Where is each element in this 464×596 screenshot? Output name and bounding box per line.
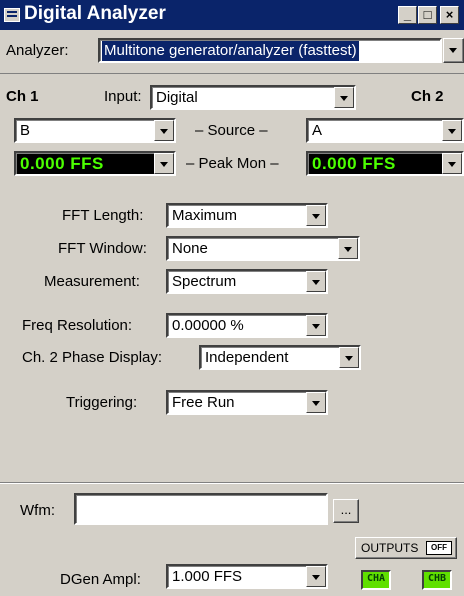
peak-mon-label: – Peak Mon –	[186, 155, 279, 172]
ch1-label: Ch 1	[6, 88, 39, 105]
fft-window-select[interactable]: None	[166, 236, 360, 261]
peak-ch2-display[interactable]: 0.000 FFS	[306, 151, 464, 176]
phase-display-select[interactable]: Independent	[199, 345, 361, 370]
window-title: Digital Analyzer	[24, 3, 166, 24]
input-label: Input:	[104, 88, 142, 105]
analyzer-value: Multitone generator/analyzer (fasttest)	[102, 41, 359, 61]
triggering-label: Triggering:	[66, 394, 138, 411]
measurement-value: Spectrum	[172, 273, 237, 290]
cha-output-button[interactable]: CHA	[361, 570, 391, 590]
chevron-down-icon	[449, 48, 457, 53]
ch2-label: Ch 2	[411, 88, 444, 105]
fft-window-label: FFT Window:	[58, 240, 147, 257]
chevron-down-icon[interactable]	[306, 271, 326, 292]
source-ch1-select[interactable]: B	[14, 118, 176, 143]
freq-resolution-value: 0.00000 %	[172, 317, 244, 334]
dgen-ampl-select[interactable]: 1.000 FFS	[166, 564, 328, 589]
fft-window-value: None	[172, 240, 208, 257]
chevron-down-icon[interactable]	[334, 87, 354, 108]
chevron-down-icon[interactable]	[154, 120, 174, 141]
fft-length-select[interactable]: Maximum	[166, 203, 328, 228]
chevron-down-icon[interactable]	[442, 153, 462, 174]
chevron-down-icon[interactable]	[154, 153, 174, 174]
outputs-label: OUTPUTS	[361, 541, 419, 555]
source-label: – Source –	[195, 122, 268, 139]
analyzer-dropdown-button[interactable]	[443, 38, 464, 63]
measurement-label: Measurement:	[44, 273, 140, 290]
maximize-button[interactable]: □	[418, 6, 437, 24]
dgen-ampl-label: DGen Ampl:	[60, 571, 141, 588]
peak-ch1-display[interactable]: 0.000 FFS	[14, 151, 176, 176]
phase-display-label: Ch. 2 Phase Display:	[22, 349, 163, 366]
wfm-label: Wfm:	[20, 502, 55, 519]
chevron-down-icon[interactable]	[338, 238, 358, 259]
window-menu-icon[interactable]	[4, 8, 20, 22]
fft-length-label: FFT Length:	[62, 207, 144, 224]
source-ch1-value: B	[20, 122, 31, 139]
title-bar[interactable]: Digital Analyzer _ □ ×	[0, 0, 464, 30]
input-value: Digital	[156, 89, 198, 106]
peak-ch2-value: 0.000 FFS	[312, 154, 396, 173]
triggering-value: Free Run	[172, 394, 235, 411]
chevron-down-icon[interactable]	[442, 120, 462, 141]
fft-length-value: Maximum	[172, 207, 238, 224]
source-ch2-select[interactable]: A	[306, 118, 464, 143]
close-button[interactable]: ×	[440, 6, 459, 24]
chevron-down-icon[interactable]	[339, 347, 359, 368]
minimize-button[interactable]: _	[398, 6, 417, 24]
outputs-button[interactable]: OUTPUTS OFF	[355, 537, 457, 559]
freq-resolution-select[interactable]: 0.00000 %	[166, 313, 328, 338]
freq-resolution-label: Freq Resolution:	[22, 317, 133, 334]
chb-output-button[interactable]: CHB	[422, 570, 452, 590]
chevron-down-icon[interactable]	[306, 315, 326, 336]
chevron-down-icon[interactable]	[306, 392, 326, 413]
analyzer-select[interactable]: Multitone generator/analyzer (fasttest)	[98, 38, 442, 63]
chevron-down-icon[interactable]	[306, 566, 326, 587]
browse-button[interactable]: ...	[333, 499, 359, 523]
outputs-state-badge: OFF	[426, 541, 452, 555]
phase-display-value: Independent	[205, 349, 289, 366]
measurement-select[interactable]: Spectrum	[166, 269, 328, 294]
analyzer-label: Analyzer:	[6, 42, 69, 59]
dgen-ampl-value: 1.000 FFS	[172, 568, 243, 585]
triggering-select[interactable]: Free Run	[166, 390, 328, 415]
source-ch2-value: A	[312, 122, 323, 139]
peak-ch1-value: 0.000 FFS	[20, 154, 104, 173]
input-select[interactable]: Digital	[150, 85, 356, 110]
wfm-input[interactable]	[74, 493, 328, 525]
chevron-down-icon[interactable]	[306, 205, 326, 226]
